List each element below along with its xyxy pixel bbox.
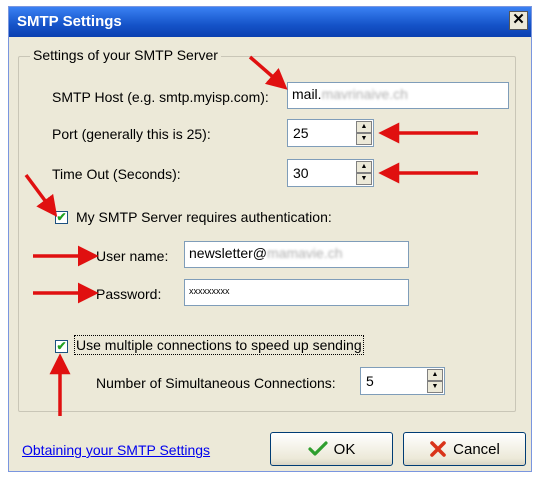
annotation-arrows	[24, 55, 478, 416]
arrow-to-host	[248, 55, 288, 90]
arrow-to-auth	[24, 173, 58, 218]
